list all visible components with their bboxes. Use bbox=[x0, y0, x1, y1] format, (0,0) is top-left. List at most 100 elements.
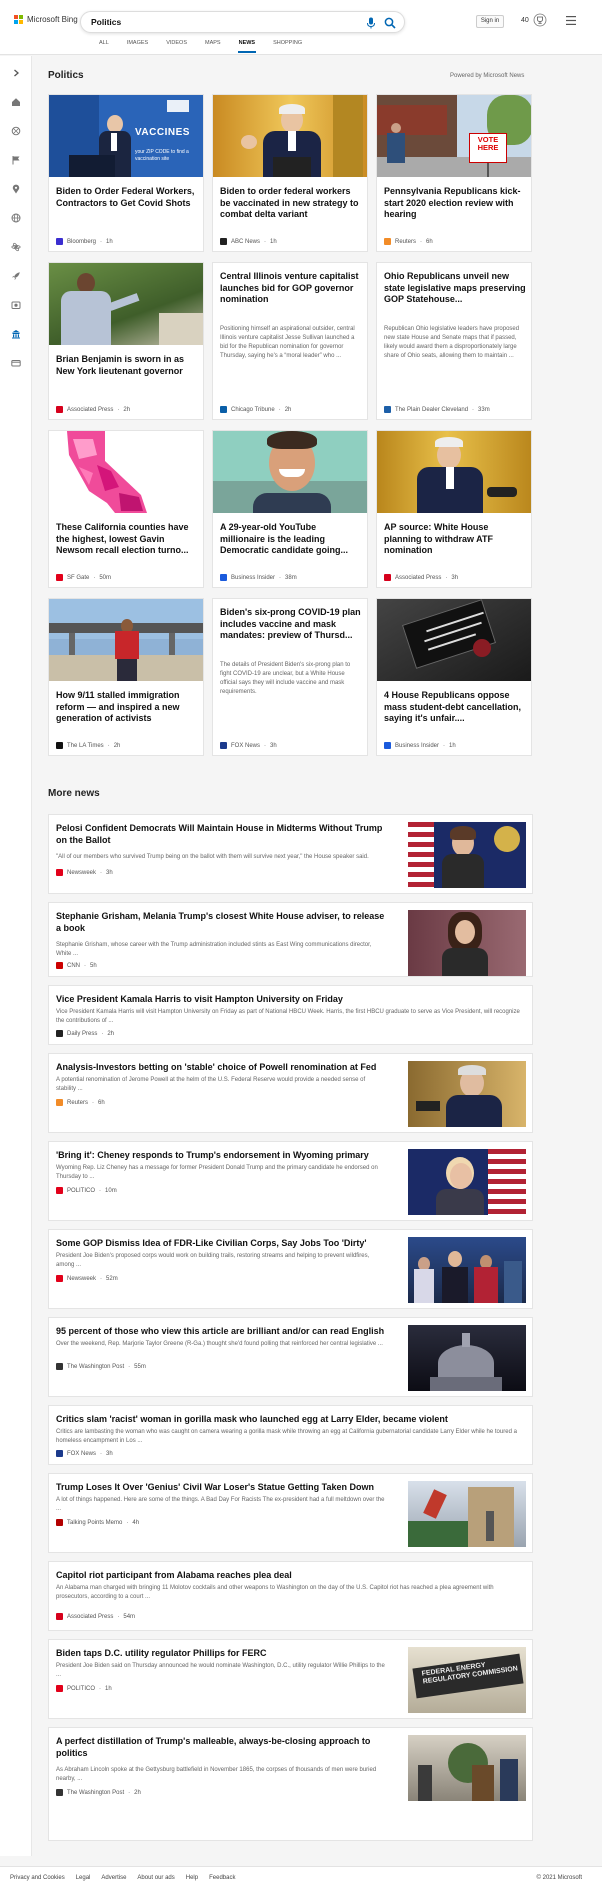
tab-shopping[interactable]: SHOPPING bbox=[264, 40, 311, 53]
news-list-item[interactable]: Critics slam 'racist' woman in gorilla m… bbox=[48, 1405, 533, 1465]
footer-link-advertise[interactable]: Advertise bbox=[101, 1875, 126, 1881]
footer-link-about-ads[interactable]: About our ads bbox=[137, 1875, 174, 1881]
more-news-title: More news bbox=[48, 788, 100, 799]
card-image: VACCINES your ZIP CODE to find a vaccina… bbox=[49, 95, 203, 177]
card-source: Associated Press · 3h bbox=[384, 574, 458, 581]
news-card[interactable]: Biden to order federal workers be vaccin… bbox=[212, 94, 368, 252]
news-card[interactable]: How 9/11 stalled immigration reform — an… bbox=[48, 598, 204, 756]
card-title[interactable]: Central Illinois venture capitalist laun… bbox=[220, 271, 362, 306]
source-logo-icon bbox=[56, 1685, 63, 1692]
news-card[interactable]: Brian Benjamin is sworn in as New York l… bbox=[48, 262, 204, 420]
news-card[interactable]: VACCINES your ZIP CODE to find a vaccina… bbox=[48, 94, 204, 252]
card-title[interactable]: Pennsylvania Republicans kick-start 2020… bbox=[384, 186, 526, 221]
news-list-item[interactable]: Trump Loses It Over 'Genius' Civil War L… bbox=[48, 1473, 533, 1553]
news-list-item[interactable]: Stephanie Grisham, Melania Trump's close… bbox=[48, 902, 533, 977]
item-title[interactable]: Capitol riot participant from Alabama re… bbox=[56, 1569, 526, 1581]
news-list-item[interactable]: 95 percent of those who view this articl… bbox=[48, 1317, 533, 1397]
item-title[interactable]: Stephanie Grisham, Melania Trump's close… bbox=[56, 910, 386, 934]
money-icon[interactable] bbox=[11, 358, 21, 368]
card-title[interactable]: How 9/11 stalled immigration reform — an… bbox=[56, 690, 198, 725]
card-image bbox=[49, 431, 203, 513]
news-card[interactable]: A 29-year-old YouTube millionaire is the… bbox=[212, 430, 368, 588]
item-title[interactable]: Biden taps D.C. utility regulator Philli… bbox=[56, 1647, 386, 1659]
news-card[interactable]: Ohio Republicans unveil new state legisl… bbox=[376, 262, 532, 420]
news-list-item[interactable]: Vice President Kamala Harris to visit Ha… bbox=[48, 985, 533, 1045]
menu-icon[interactable] bbox=[566, 16, 576, 25]
news-list-item[interactable]: Capitol riot participant from Alabama re… bbox=[48, 1561, 533, 1631]
location-pin-icon[interactable] bbox=[11, 184, 21, 194]
powered-by-text: Powered by Microsoft News bbox=[450, 73, 525, 79]
news-list-item[interactable]: Analysis-Investors betting on 'stable' c… bbox=[48, 1053, 533, 1133]
tab-all[interactable]: ALL bbox=[90, 40, 118, 53]
source-logo-icon bbox=[56, 1030, 63, 1037]
item-title[interactable]: Critics slam 'racist' woman in gorilla m… bbox=[56, 1413, 526, 1425]
source-logo-icon bbox=[220, 406, 227, 413]
sports-icon[interactable] bbox=[11, 126, 21, 136]
globe-icon[interactable] bbox=[11, 213, 21, 223]
search-input[interactable]: Politics bbox=[91, 17, 121, 27]
item-snippet: As Abraham Lincoln spoke at the Gettysbu… bbox=[56, 1767, 377, 1782]
news-list-item[interactable]: 'Bring it': Cheney responds to Trump's e… bbox=[48, 1141, 533, 1221]
expand-chevron-icon[interactable] bbox=[11, 68, 21, 78]
item-title[interactable]: Analysis-Investors betting on 'stable' c… bbox=[56, 1061, 386, 1073]
item-title[interactable]: A perfect distillation of Trump's mallea… bbox=[56, 1735, 386, 1759]
science-icon[interactable] bbox=[11, 242, 21, 252]
item-snippet: A lot of things happened. Here are some … bbox=[56, 1497, 385, 1512]
news-list-item[interactable]: A perfect distillation of Trump's mallea… bbox=[48, 1727, 533, 1841]
card-image bbox=[49, 263, 203, 345]
footer-link-feedback[interactable]: Feedback bbox=[209, 1875, 235, 1881]
tab-maps[interactable]: MAPS bbox=[196, 40, 230, 53]
rocket-icon[interactable] bbox=[11, 271, 21, 281]
footer-link-privacy[interactable]: Privacy and Cookies bbox=[10, 1875, 65, 1881]
news-card[interactable]: 4 House Republicans oppose mass student-… bbox=[376, 598, 532, 756]
card-title[interactable]: A 29-year-old YouTube millionaire is the… bbox=[220, 522, 362, 557]
card-title[interactable]: These California counties have the highe… bbox=[56, 522, 198, 557]
news-card[interactable]: Biden's six-prong COVID-19 plan includes… bbox=[212, 598, 368, 756]
item-title[interactable]: Pelosi Confident Democrats Will Maintain… bbox=[56, 822, 386, 846]
news-list-item[interactable]: Pelosi Confident Democrats Will Maintain… bbox=[48, 814, 533, 894]
card-title[interactable]: Biden's six-prong COVID-19 plan includes… bbox=[220, 607, 362, 642]
card-title[interactable]: AP source: White House planning to withd… bbox=[384, 522, 526, 557]
flag-icon[interactable] bbox=[11, 155, 21, 165]
item-snippet: President Joe Biden's proposed corps wou… bbox=[56, 1253, 370, 1268]
image-text: VOTE HERE bbox=[477, 135, 499, 153]
sign-in-button[interactable]: Sign in bbox=[476, 15, 504, 28]
source-logo-icon bbox=[56, 1613, 63, 1620]
item-title[interactable]: 'Bring it': Cheney responds to Trump's e… bbox=[56, 1149, 386, 1161]
tab-videos[interactable]: VIDEOS bbox=[157, 40, 196, 53]
tab-news[interactable]: NEWS bbox=[230, 40, 265, 53]
card-title[interactable]: Ohio Republicans unveil new state legisl… bbox=[384, 271, 526, 306]
bing-logo[interactable]: Microsoft Bing bbox=[14, 15, 78, 24]
source-logo-icon bbox=[384, 238, 391, 245]
image-text: your ZIP CODE to find a vaccination site bbox=[135, 149, 189, 162]
rewards-points[interactable]: 40 bbox=[521, 17, 529, 24]
item-title[interactable]: 95 percent of those who view this articl… bbox=[56, 1325, 386, 1337]
card-title[interactable]: 4 House Republicans oppose mass student-… bbox=[384, 690, 526, 725]
item-title[interactable]: Trump Loses It Over 'Genius' Civil War L… bbox=[56, 1481, 386, 1493]
news-list-item[interactable]: Biden taps D.C. utility regulator Philli… bbox=[48, 1639, 533, 1719]
item-title[interactable]: Vice President Kamala Harris to visit Ha… bbox=[56, 993, 526, 1005]
tab-images[interactable]: IMAGES bbox=[118, 40, 157, 53]
rewards-trophy-icon[interactable] bbox=[533, 13, 547, 27]
item-title[interactable]: Some GOP Dismiss Idea of FDR-Like Civili… bbox=[56, 1237, 386, 1249]
card-title[interactable]: Biden to Order Federal Workers, Contract… bbox=[56, 186, 198, 209]
card-source: Chicago Tribune · 2h bbox=[220, 406, 291, 413]
item-thumbnail bbox=[408, 910, 526, 976]
footer-link-help[interactable]: Help bbox=[186, 1875, 198, 1881]
news-list-item[interactable]: Some GOP Dismiss Idea of FDR-Like Civili… bbox=[48, 1229, 533, 1309]
footer-link-legal[interactable]: Legal bbox=[76, 1875, 91, 1881]
search-box[interactable]: Politics bbox=[80, 11, 405, 33]
item-snippet: Over the weekend, Rep. Marjorie Taylor G… bbox=[56, 1341, 383, 1347]
entertainment-icon[interactable] bbox=[11, 300, 21, 310]
card-title[interactable]: Biden to order federal workers be vaccin… bbox=[220, 186, 362, 221]
card-title[interactable]: Brian Benjamin is sworn in as New York l… bbox=[56, 354, 198, 377]
home-icon[interactable] bbox=[11, 97, 21, 107]
section-title: Politics bbox=[48, 70, 84, 81]
news-card[interactable]: These California counties have the highe… bbox=[48, 430, 204, 588]
news-card[interactable]: Central Illinois venture capitalist laun… bbox=[212, 262, 368, 420]
politics-capitol-icon[interactable] bbox=[11, 329, 21, 339]
news-card[interactable]: VOTE HERE Pennsylvania Republicans kick-… bbox=[376, 94, 532, 252]
microphone-icon[interactable] bbox=[366, 17, 376, 29]
search-icon[interactable] bbox=[384, 17, 396, 29]
news-card[interactable]: AP source: White House planning to withd… bbox=[376, 430, 532, 588]
